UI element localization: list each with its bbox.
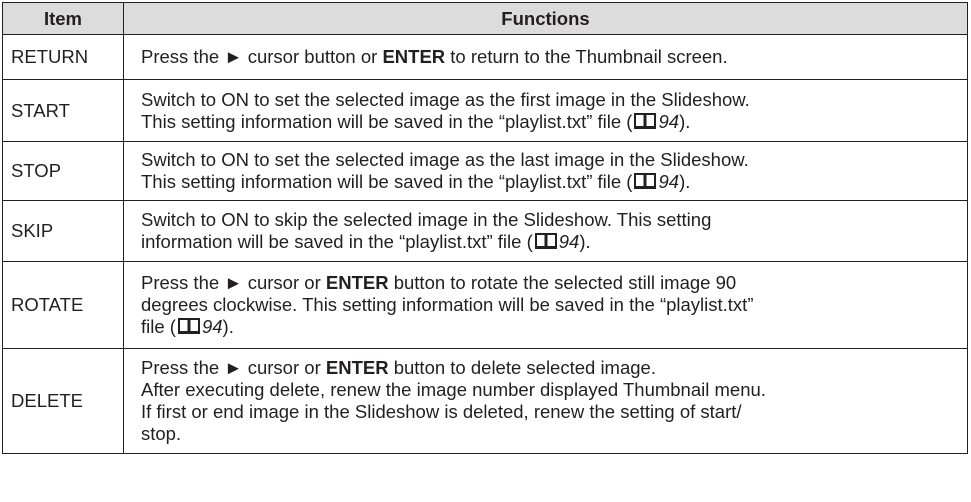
table-row: ROTATE Press the ► cursor or ENTER butto… [2, 261, 968, 349]
page-reference: 94 [632, 171, 679, 192]
header-item: Item [2, 2, 124, 35]
text: ). [679, 171, 691, 192]
book-icon [534, 233, 557, 249]
table-row: STOP Switch to ON to set the selected im… [2, 141, 968, 201]
row-description: Press the ► cursor or ENTER button to de… [123, 348, 968, 454]
header-row: Item Functions [2, 2, 968, 35]
text: button to delete selected image. [388, 357, 656, 378]
text: Press the ► cursor button or [141, 46, 383, 67]
row-description: Press the ► cursor or ENTER button to ro… [123, 261, 968, 349]
row-item-start: START [2, 79, 124, 142]
text: Switch to ON to skip the selected image … [141, 209, 712, 230]
page-number: 94 [558, 231, 580, 252]
book-icon [634, 112, 657, 129]
text: button to rotate the selected still imag… [388, 272, 737, 293]
page-number: 94 [201, 316, 223, 337]
header-functions: Functions [123, 2, 968, 35]
page-number: 94 [658, 110, 680, 132]
text: This setting information will be saved i… [141, 171, 633, 192]
text: Press the ► cursor or [141, 272, 326, 293]
functions-table: Item Functions RETURN Press the ► cursor… [2, 2, 968, 454]
text: Switch to ON to set the selected image a… [141, 149, 749, 170]
row-item-rotate: ROTATE [2, 261, 124, 349]
text: file ( [141, 316, 176, 337]
page-reference: 94 [632, 111, 679, 132]
row-item-delete: DELETE [2, 348, 124, 454]
enter-key-label: ENTER [325, 272, 389, 293]
table-row: SKIP Switch to ON to skip the selected i… [2, 200, 968, 262]
book-icon [634, 173, 657, 189]
text: If first or end image in the Slideshow i… [141, 401, 742, 422]
row-description: Switch to ON to set the selected image a… [123, 79, 968, 142]
row-description: Switch to ON to set the selected image a… [123, 141, 968, 201]
row-description: Switch to ON to skip the selected image … [123, 200, 968, 262]
text: ). [679, 110, 691, 132]
text: This setting information will be saved i… [141, 110, 633, 132]
page-reference: 94 [176, 316, 223, 337]
text: to return to the Thumbnail screen. [445, 46, 728, 67]
table-row: RETURN Press the ► cursor button or ENTE… [2, 34, 968, 80]
row-description: Press the ► cursor button or ENTER to re… [123, 34, 968, 80]
text: ). [222, 316, 234, 337]
text: information will be saved in the “playli… [141, 231, 533, 252]
page-number: 94 [658, 171, 680, 192]
row-item-return: RETURN [2, 34, 124, 80]
table-row: DELETE Press the ► cursor or ENTER butto… [2, 348, 968, 454]
text: Switch to ON to set the selected image a… [141, 88, 750, 110]
row-item-skip: SKIP [2, 200, 124, 262]
enter-key-label: ENTER [382, 46, 446, 67]
enter-key-label: ENTER [325, 357, 389, 378]
text: Press the ► cursor or [141, 357, 326, 378]
table-row: START Switch to ON to set the selected i… [2, 79, 968, 142]
text: ). [579, 231, 591, 252]
row-item-stop: STOP [2, 141, 124, 201]
page-reference: 94 [533, 231, 580, 252]
text: stop. [141, 423, 182, 444]
text: After executing delete, renew the image … [141, 379, 766, 400]
book-icon [177, 318, 200, 334]
text: degrees clockwise. This setting informat… [141, 294, 754, 315]
